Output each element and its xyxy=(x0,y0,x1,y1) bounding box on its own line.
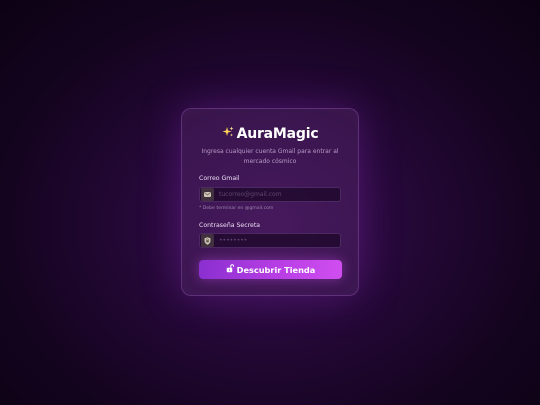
discover-store-label: Descubrir Tienda xyxy=(236,264,316,275)
shield-icon xyxy=(201,234,214,247)
app-title: AuraMagic xyxy=(236,126,319,142)
page-subtitle: Ingresa cualquier cuenta Gmail para entr… xyxy=(201,148,339,165)
email-hint: * Debe terminar en @gmail.com xyxy=(199,206,274,211)
unlock-icon xyxy=(226,264,234,275)
brand-header: AuraMagic xyxy=(182,126,358,142)
email-input[interactable] xyxy=(214,188,339,201)
email-field[interactable] xyxy=(199,187,341,202)
password-label: Contraseña Secreta xyxy=(199,222,261,229)
sparkles-icon xyxy=(222,126,234,142)
password-input[interactable] xyxy=(214,234,339,247)
login-card: AuraMagic Ingresa cualquier cuenta Gmail… xyxy=(181,108,359,296)
email-label: Correo Gmail xyxy=(199,175,240,182)
password-field[interactable] xyxy=(199,233,341,248)
discover-store-button[interactable]: Descubrir Tienda xyxy=(199,260,342,279)
envelope-icon xyxy=(201,188,214,201)
